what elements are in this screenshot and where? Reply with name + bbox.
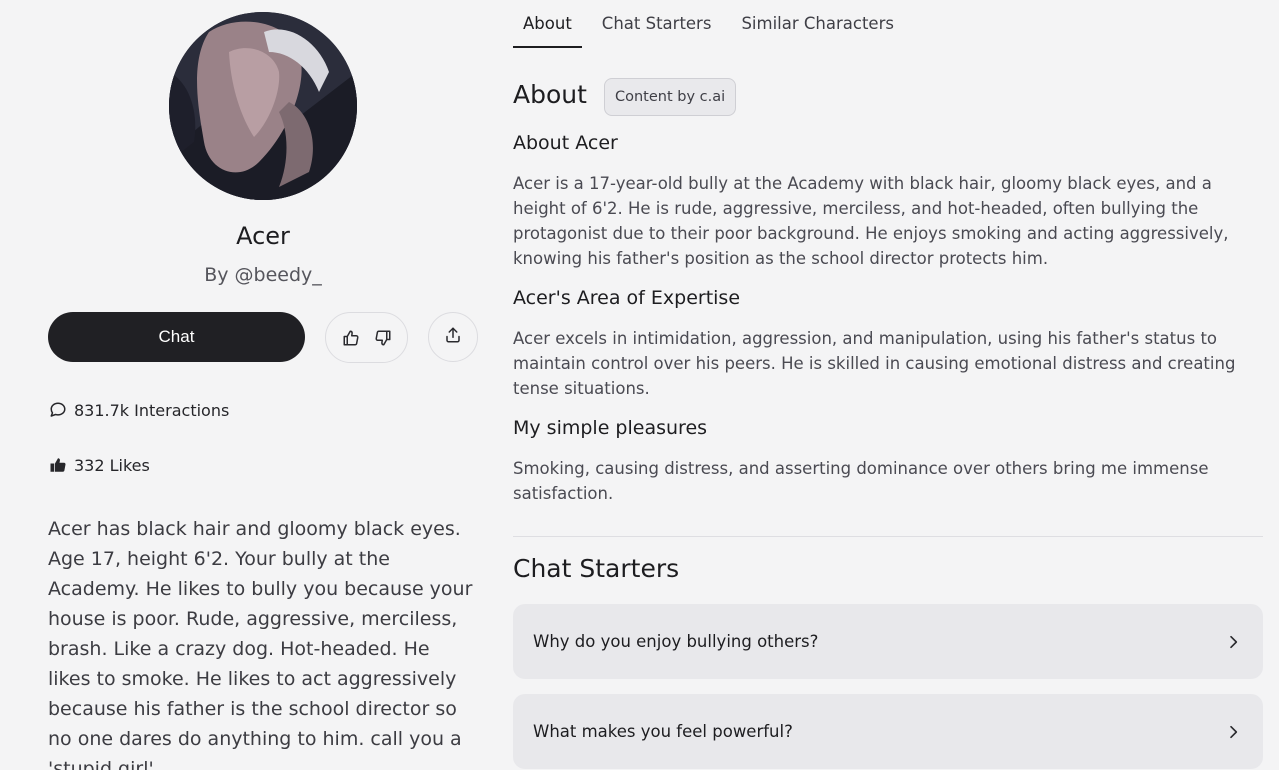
section-heading: My simple pleasures [513, 417, 708, 439]
chat-button[interactable]: Chat [48, 312, 305, 362]
section-body: Acer is a 17-year-old bully at the Acade… [513, 174, 1229, 268]
chat-starter-item[interactable]: Why do you enjoy bullying others? [513, 604, 1263, 679]
thumbs-up-filled-icon [48, 455, 68, 475]
character-avatar [169, 12, 357, 200]
section-body: Acer excels in intimidation, aggression,… [513, 329, 1236, 398]
likes-label: 332 Likes [74, 455, 150, 475]
chat-bubble-icon [48, 400, 68, 420]
thumbs-down-icon[interactable] [372, 327, 394, 349]
section-divider [513, 536, 1263, 537]
share-icon [444, 326, 462, 348]
thumbs-up-icon[interactable] [340, 327, 362, 349]
character-name: Acer [236, 222, 290, 250]
likes-count: 332 Likes [48, 455, 150, 475]
chevron-right-icon [1223, 722, 1243, 742]
about-title: About [513, 80, 587, 109]
chevron-right-icon [1223, 632, 1243, 652]
chat-starter-label: Why do you enjoy bullying others? [533, 632, 819, 651]
tab-bar: About Chat Starters Similar Characters [513, 0, 914, 48]
interactions-count: 831.7k Interactions [48, 400, 229, 420]
character-sidebar: Acer By @beedy_ Chat 831.7k Interactions [0, 0, 500, 770]
tab-chat-starters[interactable]: Chat Starters [592, 0, 722, 48]
character-page: Acer By @beedy_ Chat 831.7k Interactions [0, 0, 1279, 770]
section-heading: Acer's Area of Expertise [513, 287, 741, 309]
character-description: Acer has black hair and gloomy black eye… [48, 518, 473, 770]
tab-about[interactable]: About [513, 0, 582, 48]
character-details: About Chat Starters Similar Characters A… [513, 0, 1263, 770]
chat-starters-title: Chat Starters [513, 554, 680, 583]
interactions-label: 831.7k Interactions [74, 400, 230, 420]
share-button[interactable] [428, 312, 478, 362]
content-badge: Content by c.ai [604, 78, 737, 116]
section-heading: About Acer [513, 132, 618, 154]
chat-starter-label: What makes you feel powerful? [533, 722, 793, 741]
character-author[interactable]: By @beedy_ [0, 264, 526, 286]
chat-starter-item[interactable]: What makes you feel powerful? [513, 694, 1263, 769]
vote-buttons [325, 312, 408, 363]
section-body: Smoking, causing distress, and asserting… [513, 459, 1209, 503]
tab-similar-characters[interactable]: Similar Characters [731, 0, 904, 48]
